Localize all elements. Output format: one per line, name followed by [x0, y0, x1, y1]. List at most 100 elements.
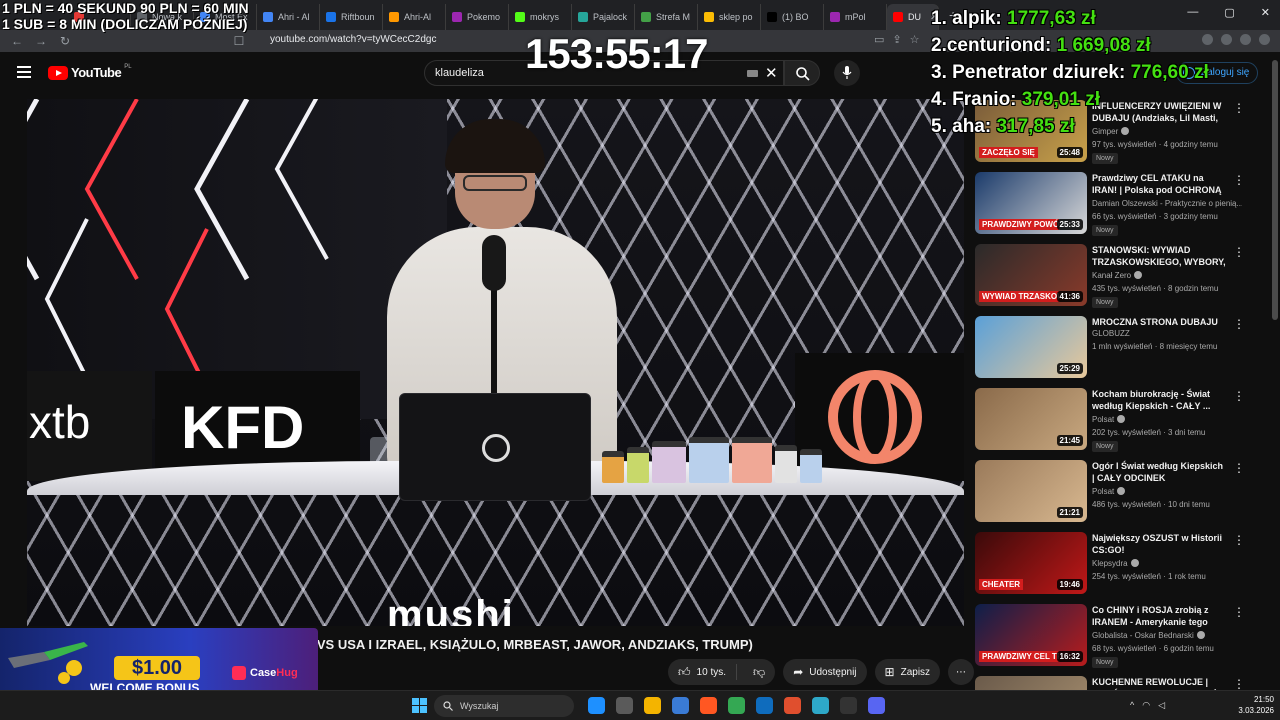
chevron-up-icon[interactable]: ^: [1130, 700, 1134, 711]
video-thumbnail[interactable]: 21:21: [975, 460, 1087, 522]
recommended-video-title[interactable]: Prawdziwy CEL ATAKU na IRAN! | Polska po…: [1092, 172, 1228, 197]
bookmark-icon[interactable]: ☐: [232, 34, 246, 48]
video-player[interactable]: xtb KFD mushi: [27, 99, 964, 626]
recommended-video-title[interactable]: MROCZNA STRONA DUBAJU: [1092, 316, 1228, 328]
jar: [732, 437, 772, 483]
star-icon[interactable]: ☆: [910, 33, 920, 46]
maximize-icon[interactable]: ▢: [1224, 6, 1234, 19]
save-button[interactable]: ⊞ Zapisz: [874, 659, 941, 685]
recommended-video[interactable]: CHEATER 19:46 Największy OSZUST w Historii…: [975, 529, 1265, 601]
close-window-icon[interactable]: ✕: [1261, 6, 1270, 19]
more-options-icon[interactable]: ⋮: [1233, 245, 1245, 259]
taskbar-app-icon[interactable]: [588, 697, 605, 714]
browser-tab[interactable]: mPol: [824, 4, 887, 30]
channel-name[interactable]: Globalista - Oskar Bednarski: [1092, 631, 1242, 640]
recommended-video-title[interactable]: Co CHINY i ROSJA zrobią z IRANEM - Amery…: [1092, 604, 1228, 629]
donation-rate-overlay: 1 PLN = 40 SEKUND 90 PLN = 60 MIN 1 SUB …: [2, 0, 249, 32]
more-options-icon[interactable]: ⋮: [1233, 317, 1245, 331]
taskbar-app-icon[interactable]: [644, 697, 661, 714]
video-meta: 1 mln wyświetleń · 8 miesięcy temu: [1092, 342, 1218, 351]
search-button[interactable]: [784, 60, 820, 86]
taskbar-app-icon[interactable]: [672, 697, 689, 714]
recommended-video[interactable]: PRAWDZIWY CEL TRUMPA16:32Co CHINY i ROSJ…: [975, 601, 1265, 673]
taskbar-search[interactable]: Wyszukaj: [434, 695, 574, 717]
share-page-icon[interactable]: ⇪: [892, 33, 901, 46]
keyboard-icon[interactable]: [747, 70, 758, 77]
taskbar-app-icon[interactable]: [840, 697, 857, 714]
wifi-icon[interactable]: ◠: [1142, 700, 1150, 711]
channel-name[interactable]: Klepsydra: [1092, 559, 1242, 568]
menu-icon[interactable]: [17, 66, 31, 78]
extension-icon[interactable]: [1221, 34, 1232, 45]
browser-tab[interactable]: Pajalock: [572, 4, 635, 30]
clock[interactable]: 21:50 3.03.2026: [1224, 694, 1274, 716]
browser-tab[interactable]: Pokemo: [446, 4, 509, 30]
more-options-icon[interactable]: ⋮: [1233, 533, 1245, 547]
more-options-icon[interactable]: ⋮: [1233, 461, 1245, 475]
extension-icon[interactable]: [1240, 34, 1251, 45]
browser-tab[interactable]: mokrys: [509, 4, 572, 30]
channel-name[interactable]: GLOBUZZ: [1092, 329, 1242, 338]
more-options-icon[interactable]: ⋮: [1233, 389, 1245, 403]
more-options-icon[interactable]: ⋮: [1233, 101, 1245, 115]
scrollbar[interactable]: [1272, 60, 1278, 320]
recommended-video[interactable]: 25:29 MROCZNA STRONA DUBAJU GLOBUZZ 1 mln w…: [975, 313, 1265, 385]
video-thumbnail[interactable]: PRAWDZIWY POWÓD ATAKU25:33: [975, 172, 1087, 234]
sponsor-panel-xtb: xtb: [27, 371, 152, 481]
taskbar-app-icon[interactable]: [868, 697, 885, 714]
bonus-amount: $1.00: [114, 656, 200, 680]
recommended-video[interactable]: 21:21 Ogór I Świat według Kiepskich | CAŁ…: [975, 457, 1265, 529]
forward-icon[interactable]: →: [34, 34, 48, 48]
clear-search-icon[interactable]: ✕: [765, 64, 778, 82]
casehug-logo: Case Hug: [232, 666, 298, 680]
recommended-video-title[interactable]: Kocham biurokrację - Świat według Kiepsk…: [1092, 388, 1228, 412]
taskbar-app-icon[interactable]: [784, 697, 801, 714]
taskbar-app-icon[interactable]: [756, 697, 773, 714]
video-thumbnail[interactable]: 21:45: [975, 388, 1087, 450]
taskbar-app-icon[interactable]: [728, 697, 745, 714]
more-actions-button[interactable]: ⋯: [948, 659, 975, 685]
volume-icon[interactable]: ◁: [1158, 700, 1165, 711]
recommended-video[interactable]: WYWIAD TRZASKOWSKIEGO41:36STANOWSKI: WYW…: [975, 241, 1265, 313]
browser-tab[interactable]: Ahri-Al: [383, 4, 446, 30]
back-icon[interactable]: ←: [10, 34, 24, 48]
taskbar-app-icon[interactable]: [812, 697, 829, 714]
reload-icon[interactable]: ↻: [58, 34, 72, 48]
video-thumbnail[interactable]: PRAWDZIWY CEL TRUMPA16:32: [975, 604, 1087, 666]
channel-name[interactable]: Polsat: [1092, 487, 1242, 496]
video-thumbnail[interactable]: 25:29: [975, 316, 1087, 378]
more-options-icon[interactable]: ⋮: [1233, 605, 1245, 619]
jar: [652, 441, 686, 483]
browser-tab[interactable]: Strefa M: [635, 4, 698, 30]
youtube-logo[interactable]: YouTube PL: [48, 64, 132, 80]
recommended-video-title[interactable]: STANOWSKI: WYWIAD TRZASKOWSKIEGO, WYBORY…: [1092, 244, 1228, 269]
recommended-video-title[interactable]: Ogór I Świat według Kiepskich | CAŁY ODC…: [1092, 460, 1228, 484]
voice-search-button[interactable]: [834, 60, 860, 86]
verified-icon: [1117, 415, 1126, 423]
recommended-video-title[interactable]: Największy OSZUST w Historii CS:GO!: [1092, 532, 1228, 556]
channel-name[interactable]: Polsat: [1092, 415, 1242, 424]
casehug-promo-banner[interactable]: $1.00 WELCOME BONUS Case Hug: [0, 628, 318, 698]
like-button[interactable]: 👍︎ 10 tys.: [668, 664, 738, 680]
url-field[interactable]: youtube.com/watch?v=tyWCecC2dgc: [270, 34, 436, 45]
video-thumbnail[interactable]: CHEATER 19:46: [975, 532, 1087, 594]
browser-tab[interactable]: Riftboun: [320, 4, 383, 30]
video-meta: 486 tys. wyświetleń · 10 dni temu: [1092, 500, 1210, 509]
browser-tab[interactable]: (1) BO: [761, 4, 824, 30]
taskbar-app-icon[interactable]: [700, 697, 717, 714]
more-options-icon[interactable]: ⋮: [1233, 173, 1245, 187]
recommended-video[interactable]: PRAWDZIWY POWÓD ATAKU25:33Prawdziwy CEL …: [975, 169, 1265, 241]
channel-name[interactable]: Kanał Zero: [1092, 271, 1242, 280]
browser-tab[interactable]: sklep po: [698, 4, 761, 30]
more-options-icon[interactable]: ⋮: [1233, 677, 1245, 691]
dislike-button[interactable]: 👎︎: [743, 665, 775, 680]
windows-start-icon[interactable]: [412, 698, 427, 713]
profile-icon[interactable]: [1259, 34, 1270, 45]
browser-tab[interactable]: Ahri - Al: [257, 4, 320, 30]
cast-icon[interactable]: ▭: [874, 33, 884, 46]
taskbar-app-icon[interactable]: [616, 697, 633, 714]
channel-name[interactable]: Damian Olszewski - Praktycznie o pienią.…: [1092, 199, 1242, 208]
video-thumbnail[interactable]: WYWIAD TRZASKOWSKIEGO41:36: [975, 244, 1087, 306]
share-button[interactable]: ➦ Udostępnij: [783, 659, 867, 685]
recommended-video[interactable]: 21:45 Kocham biurokrację - Świat według K…: [975, 385, 1265, 457]
